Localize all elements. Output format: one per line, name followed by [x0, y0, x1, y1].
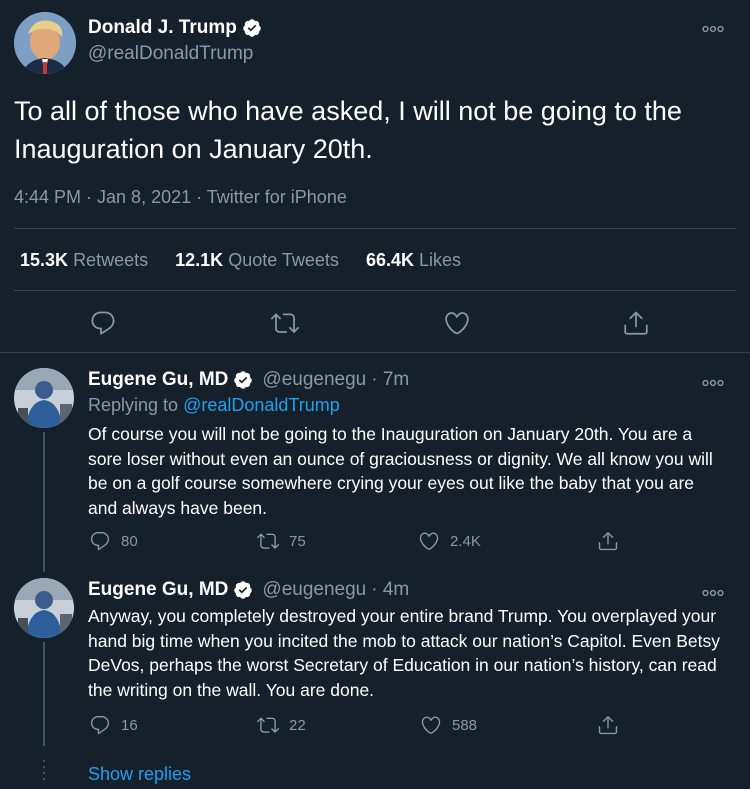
reply-author-handle[interactable]: @eugenegu [262, 369, 366, 391]
more-icon[interactable] [702, 20, 724, 38]
more-icon[interactable] [702, 374, 724, 392]
author-avatar[interactable] [14, 12, 76, 74]
verified-badge-icon [242, 18, 262, 38]
like-button[interactable]: 2.4K [418, 530, 481, 552]
reply-time[interactable]: · 7m [371, 369, 409, 391]
share-button[interactable] [622, 309, 650, 337]
reply-avatar[interactable] [14, 368, 74, 428]
retweet-count: 75 [289, 532, 306, 550]
reply-text: Of course you will not be going to the I… [88, 424, 713, 518]
reply-author-name[interactable]: Eugene Gu, MD [88, 579, 228, 601]
divider [14, 290, 736, 291]
replying-to-label: Replying to [88, 395, 179, 415]
author-name[interactable]: Donald J. Trump [88, 17, 237, 39]
reply-button[interactable] [89, 309, 117, 337]
like-count: 2.4K [450, 532, 481, 550]
like-count: 588 [452, 716, 478, 734]
tweet-stats: 15.3K Retweets 12.1K Quote Tweets 66.4K … [20, 250, 483, 271]
share-button[interactable] [597, 714, 619, 736]
reply-avatar[interactable] [14, 578, 74, 638]
share-button[interactable] [597, 530, 619, 552]
retweet-count: 22 [289, 716, 306, 734]
show-replies-link[interactable]: Show replies [88, 764, 191, 785]
reply-author-handle[interactable]: @eugenegu [262, 579, 366, 601]
like-button[interactable]: 588 [420, 714, 477, 736]
reply-author-name[interactable]: Eugene Gu, MD [88, 369, 228, 391]
tweet-text: To all of those who have asked, I will n… [14, 96, 682, 164]
tweet-thread: Donald J. Trump @realDonaldTrump To all … [0, 0, 750, 789]
replying-to-link[interactable]: @realDonaldTrump [183, 395, 340, 415]
thread-line [43, 432, 45, 572]
reply-button[interactable]: 80 [89, 530, 138, 552]
reply-count: 80 [121, 532, 138, 550]
retweets-stat[interactable]: 15.3K Retweets [20, 250, 148, 270]
more-icon[interactable] [702, 584, 724, 602]
reply-button[interactable]: 16 [89, 714, 138, 736]
retweet-button[interactable]: 22 [257, 714, 306, 736]
reply-text: Anyway, you completely destroyed your en… [88, 606, 720, 700]
author-handle[interactable]: @realDonaldTrump [88, 43, 253, 65]
retweet-button[interactable]: 75 [257, 530, 306, 552]
retweet-button[interactable] [271, 309, 299, 337]
verified-badge-icon [233, 370, 253, 390]
like-button[interactable] [443, 309, 471, 337]
divider [0, 352, 750, 353]
thread-line [43, 642, 45, 746]
divider [14, 228, 736, 229]
replying-to: Replying to @realDonaldTrump [88, 395, 340, 416]
verified-badge-icon [233, 580, 253, 600]
reply-time[interactable]: · 4m [371, 579, 409, 601]
likes-stat[interactable]: 66.4K Likes [366, 250, 461, 270]
quote-tweets-stat[interactable]: 12.1K Quote Tweets [175, 250, 339, 270]
tweet-timestamp[interactable]: 4:44 PM · Jan 8, 2021 · Twitter for iPho… [14, 187, 347, 208]
reply-count: 16 [121, 716, 138, 734]
thread-dotted-line [43, 760, 45, 784]
